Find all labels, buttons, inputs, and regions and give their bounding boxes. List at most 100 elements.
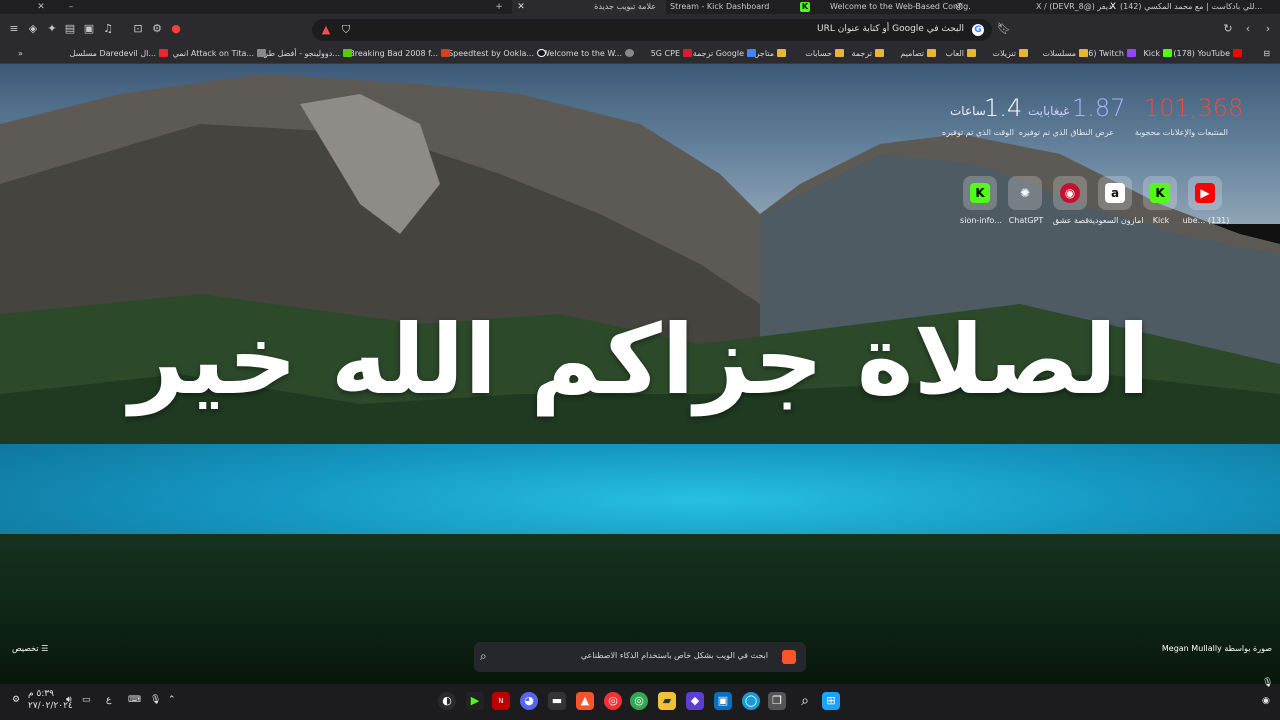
network-icon[interactable]: ▭ — [82, 695, 91, 705]
chrome-icon[interactable]: ◎ — [604, 692, 622, 710]
tab-x[interactable]: X X / (DEVR_8@) ديفر — [1030, 0, 1120, 14]
customize-button[interactable]: تخصيص ☰ — [12, 644, 48, 653]
keyboard-icon[interactable]: ⌨ — [128, 695, 141, 705]
tab-new-tab[interactable]: ✕ علامة تبويب جديدة — [512, 0, 666, 14]
chrome-profile-icon[interactable]: ◎ — [630, 692, 648, 710]
time-saved-value: 1.4 — [984, 94, 1023, 122]
headline-text: الصلاة جزاكم الله خير — [129, 304, 1150, 416]
forward-icon[interactable]: ‹ — [1242, 23, 1254, 35]
bookmark-attack-on-titan[interactable]: انمي Attack on Tita... — [173, 48, 266, 60]
folder-icon — [967, 49, 976, 57]
sidebar-icon[interactable]: ▣ — [83, 23, 95, 35]
netflix-icon[interactable]: N — [492, 692, 510, 710]
brave-rewards-icon[interactable]: ▲ — [320, 24, 332, 36]
site-icon — [441, 49, 450, 57]
photos-icon[interactable]: ▣ — [714, 692, 732, 710]
music-icon[interactable]: ♫ — [102, 23, 114, 35]
tab-strip: ✕ – (142) للي بادكاست | مع محمد المكسي..… — [0, 0, 1280, 14]
bookmark-welcome[interactable]: Welcome to the W... — [542, 48, 634, 60]
app-diamond-icon[interactable]: ◆ — [686, 692, 704, 710]
clock-time[interactable]: ٥:٣٩ م — [28, 689, 54, 699]
address-input[interactable]: البحث في Google أو كتابة عنوان URL — [817, 24, 964, 34]
bookmark-folder-games[interactable]: العاب — [946, 48, 976, 60]
shortcut-amazon[interactable]: a امازون السعودية — [1089, 176, 1143, 228]
discord-icon[interactable]: ◕ — [520, 692, 538, 710]
brave-icon[interactable]: ▲ — [576, 692, 594, 710]
bookmarks-folder-icon[interactable]: ⊟ — [1263, 48, 1270, 60]
ai-search-box[interactable]: ⌕ ابحث في الويب بشكل خاص باستخدام الذكاء… — [474, 642, 806, 672]
bookmark-youtube[interactable]: (178) YouTube — [1173, 48, 1242, 60]
kick-icon — [1163, 49, 1172, 57]
tab-web-config[interactable]: ◎ Welcome to the Web-Based Config... — [820, 0, 970, 14]
bookmark-google-translate[interactable]: ترجمة Google — [693, 48, 756, 60]
shortcut-tile: ▶ — [1188, 176, 1222, 210]
tabs-icon[interactable]: ▤ — [64, 23, 76, 35]
background-mountains — [0, 74, 1280, 484]
reload-icon[interactable]: ↻ — [1222, 23, 1234, 35]
bookmark-folder-designs[interactable]: تصاميم — [900, 48, 936, 60]
extensions-icon[interactable]: ✦ — [46, 23, 58, 35]
huawei-icon — [683, 49, 692, 57]
bookmark-folder-stores[interactable]: متاجر — [756, 48, 786, 60]
youtube-icon: ▶ — [1195, 183, 1215, 203]
tab-kick-dashboard[interactable]: Stream - Kick Dashboard — [668, 0, 818, 14]
ai-search-input[interactable]: ابحث في الويب بشكل خاص باستخدام الذكاء ا… — [581, 651, 768, 660]
close-window-icon[interactable]: ✕ — [36, 2, 46, 12]
tab-youtube-podcast[interactable]: (142) للي بادكاست | مع محمد المكسي... — [1120, 0, 1270, 14]
minimize-icon[interactable]: – — [66, 2, 76, 12]
mic-icon[interactable]: 🎙︎ — [1262, 678, 1273, 688]
site-icon — [159, 49, 168, 57]
file-explorer-icon[interactable]: ▰ — [658, 692, 676, 710]
windows-start-icon[interactable]: ⊞ — [822, 692, 840, 710]
folder-icon — [927, 49, 936, 57]
bookmark-folder-series[interactable]: مسلسلات — [1042, 48, 1088, 60]
blocked-label: المتتبعات والإعلانات محجوبة — [1134, 128, 1228, 137]
translate-icon — [747, 49, 756, 57]
puzzle-icon[interactable]: ⚙ — [151, 23, 163, 35]
shortcut-qissat-ishq[interactable]: ◉ قصة عشق — [1051, 176, 1091, 228]
bookmark-folder-translation[interactable]: ترجمة — [852, 48, 884, 60]
microphone-icon[interactable]: 🎙︎ — [150, 695, 161, 705]
bookmark-twitch[interactable]: (6) Twitch — [1085, 48, 1136, 60]
bookmark-breaking-bad[interactable]: Breaking Bad 2008 f... — [349, 48, 450, 60]
bookmarks-overflow-icon[interactable]: » — [18, 48, 23, 60]
shield-icon[interactable]: ◈ — [27, 23, 39, 35]
tray-overflow-icon[interactable]: ⌃ — [168, 695, 176, 705]
search-icon[interactable]: ⌕ — [796, 692, 814, 710]
bandwidth-value: 1.87 — [1072, 94, 1126, 122]
terminal-icon[interactable]: ▶ — [466, 692, 484, 710]
address-bar[interactable]: ▲ ⛉ البحث في Google أو كتابة عنوان URL G — [312, 19, 992, 41]
obs-icon[interactable]: ◐ — [438, 692, 456, 710]
screenshot-icon[interactable]: ⊡ — [132, 23, 144, 35]
shortcut-kick[interactable]: K Kick — [1141, 176, 1181, 228]
volume-icon[interactable]: 🔊︎ — [66, 695, 72, 705]
bookmark-folder-accounts[interactable]: حسابات — [805, 48, 844, 60]
shortcut-chatgpt[interactable]: ✺ ChatGPT — [1006, 176, 1046, 228]
shortcut-youtube[interactable]: ▶ (131) ...ube — [1183, 176, 1229, 228]
close-tab-icon[interactable]: ✕ — [516, 2, 526, 12]
bookmark-daredevil[interactable]: مسلسل Daredevil ال... — [70, 48, 168, 60]
bookmark-icon[interactable]: 🔖︎ — [997, 23, 1011, 35]
app-icon[interactable]: ▬ — [548, 692, 566, 710]
search-icon[interactable]: ⌕ — [480, 649, 487, 664]
bookmark-folder-downloads[interactable]: تنزيلات — [992, 48, 1028, 60]
record-icon[interactable]: ● — [170, 23, 182, 35]
new-tab-icon[interactable]: + — [494, 2, 504, 12]
bookmark-5g-cpe[interactable]: 5G CPE — [651, 48, 692, 60]
notification-icon[interactable]: ◉ — [1262, 696, 1270, 706]
bookmark-kick[interactable]: Kick — [1144, 48, 1172, 60]
kick-icon: K — [1150, 183, 1170, 203]
language-indicator[interactable]: ع — [106, 695, 111, 705]
brave-shields-icon[interactable]: ⛉ — [340, 24, 352, 36]
bookmark-speedtest[interactable]: Speedtest by Ookla... — [448, 48, 546, 60]
shortcut-session-info[interactable]: K ...sion-info — [960, 176, 1002, 228]
settings-gear-icon[interactable]: ⚙ — [12, 695, 20, 705]
edge-icon[interactable]: ◯ — [742, 692, 760, 710]
task-view-icon[interactable]: ❐ — [768, 692, 786, 710]
shortcut-tile: K — [963, 176, 997, 210]
photo-credit[interactable]: صورة بواسطة Megan Mullally — [1162, 644, 1272, 653]
back-icon[interactable]: › — [1262, 23, 1274, 35]
bookmark-duolingo[interactable]: دوولينجو - أفضل طر... — [264, 48, 352, 60]
menu-icon[interactable]: ≡ — [8, 23, 20, 35]
duolingo-icon — [343, 49, 352, 57]
